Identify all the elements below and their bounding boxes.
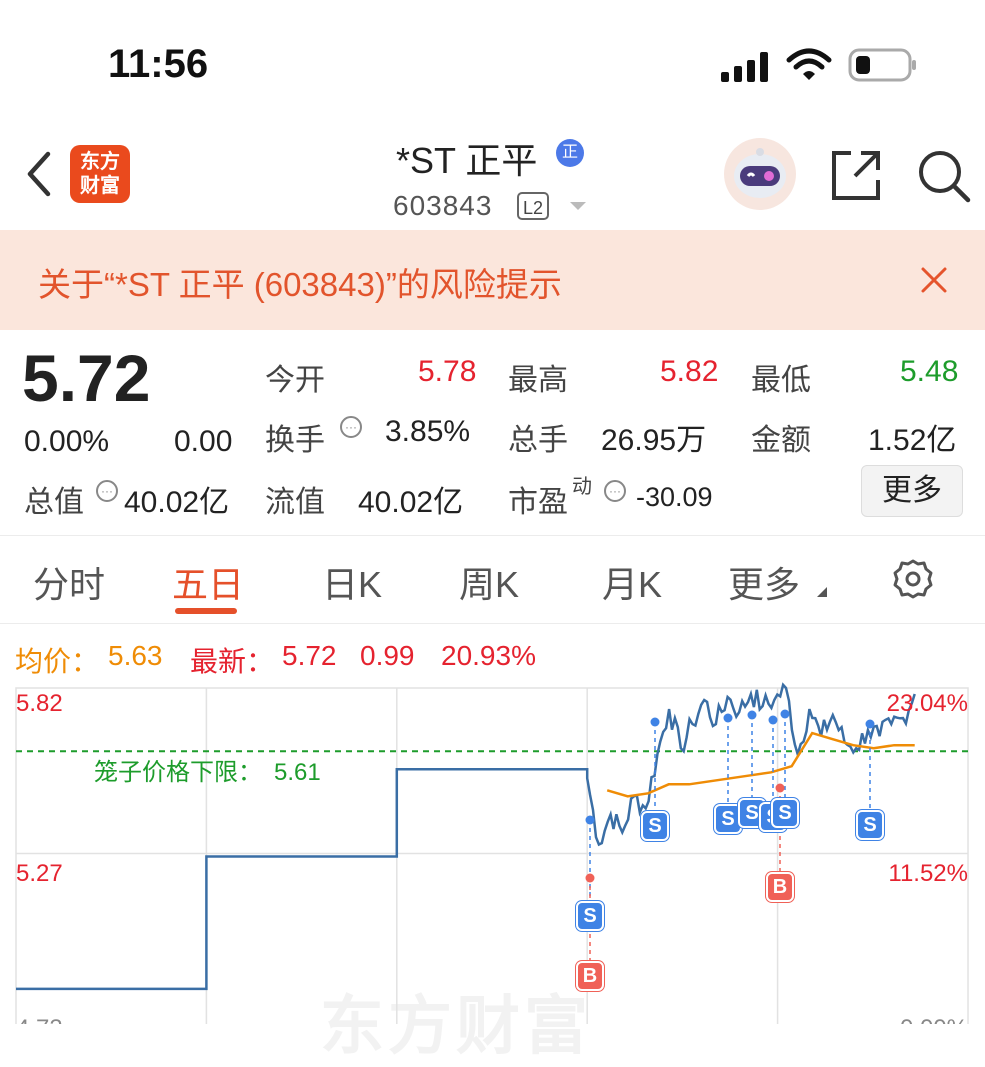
y-label-mid: 5.27 <box>16 860 63 887</box>
close-icon[interactable] <box>920 266 948 294</box>
stock-name: *ST 正平 <box>396 140 538 181</box>
settings-gear-icon[interactable] <box>892 558 934 600</box>
battery-icon <box>848 48 916 82</box>
chart-grid <box>15 687 969 1024</box>
back-icon[interactable] <box>24 150 54 198</box>
trade-marker-dot <box>585 815 595 825</box>
trade-marker-lines <box>585 709 875 961</box>
low-label: 最低 <box>751 364 811 397</box>
dropdown-caret-icon[interactable] <box>568 200 588 212</box>
change-amount: 0.00 <box>174 425 233 458</box>
float-value-label: 流值 <box>265 486 325 519</box>
tab-weekly-k[interactable]: 周K <box>459 556 519 608</box>
wifi-icon <box>786 48 832 80</box>
open-value: 5.78 <box>418 355 477 388</box>
avg-price-value: 5.63 <box>108 640 163 671</box>
pe-label: 市盈 <box>508 486 568 519</box>
share-icon[interactable] <box>829 148 883 202</box>
open-label: 今开 <box>265 364 325 397</box>
sell-marker[interactable]: S <box>641 811 669 841</box>
high-label: 最高 <box>508 364 568 397</box>
avg-price-line <box>606 731 915 798</box>
chart-frame <box>15 687 969 1024</box>
pct-label-mid: 11.52% <box>888 860 968 887</box>
tab-five-day[interactable]: 五日 <box>172 556 244 608</box>
more-quote-button[interactable]: 更多 <box>861 465 963 517</box>
pe-dynamic-sup: 动 <box>572 476 592 498</box>
buy-marker[interactable]: B <box>766 872 794 902</box>
signal-icon <box>721 52 771 82</box>
sell-marker[interactable]: S <box>856 810 884 840</box>
pe-value: -30.09 <box>636 482 713 512</box>
tab-more[interactable]: 更多 <box>728 556 800 608</box>
tab-daily-k[interactable]: 日K <box>322 556 382 608</box>
info-icon[interactable]: ··· <box>340 416 362 438</box>
logo-text-top: 东方 <box>80 151 120 173</box>
stock-code: 603843 <box>393 190 493 221</box>
search-icon[interactable] <box>916 148 972 204</box>
status-time: 11:56 <box>108 42 209 86</box>
current-price: 5.72 <box>22 341 151 415</box>
five-day-chart[interactable]: 5.82 5.27 4.73 23.04% 11.52% 0.00% 笼子价格下… <box>0 680 985 1024</box>
assistant-robot-icon[interactable] <box>722 136 798 212</box>
trade-marker-dot <box>650 717 660 727</box>
turnover-value: 3.85% <box>385 415 471 448</box>
trade-marker-dot <box>780 709 790 719</box>
sell-marker[interactable]: S <box>771 798 799 828</box>
latest-value: 5.72 <box>282 640 337 671</box>
y-label-top: 5.82 <box>16 690 63 717</box>
amount-value: 1.52亿 <box>868 424 957 457</box>
trade-marker-dot <box>585 873 595 883</box>
trade-marker-dot <box>768 715 778 725</box>
total-value-label: 总值 <box>24 486 84 519</box>
zheng-badge: 正 <box>556 139 584 167</box>
avg-price-label: 均价： <box>15 646 100 677</box>
latest-label: 最新： <box>190 646 275 677</box>
tab-more-caret-icon[interactable] <box>816 586 828 598</box>
volume-value: 26.95万 <box>601 424 707 457</box>
float-value: 40.02亿 <box>358 486 464 519</box>
amount-label: 金额 <box>751 424 811 457</box>
y-label-bottom: 4.73 <box>16 1015 63 1024</box>
trade-marker-dot <box>723 713 733 723</box>
pct-label-bottom: 0.00% <box>900 1015 968 1024</box>
divider <box>0 623 985 624</box>
change-value: 0.99 <box>360 640 415 671</box>
app-logo[interactable]: 东方 财富 <box>70 145 130 203</box>
trade-marker-dot <box>865 719 875 729</box>
high-value: 5.82 <box>660 355 719 388</box>
info-icon[interactable]: ··· <box>604 480 626 502</box>
total-value: 40.02亿 <box>124 486 230 519</box>
trade-marker-dot <box>775 783 785 793</box>
cage-limit-label: 笼子价格下限： <box>94 759 262 786</box>
logo-text-bottom: 财富 <box>80 175 120 197</box>
change-percent: 0.00% <box>24 425 110 458</box>
change-percent-value: 20.93% <box>441 640 536 671</box>
sell-marker[interactable]: S <box>576 901 604 931</box>
volume-label: 总手 <box>508 424 568 457</box>
pct-label-top: 23.04% <box>887 690 968 717</box>
level2-badge[interactable]: L2 <box>517 192 549 220</box>
low-value: 5.48 <box>900 355 959 388</box>
tab-monthly-k[interactable]: 月K <box>602 556 662 608</box>
info-icon[interactable]: ··· <box>96 480 118 502</box>
active-tab-indicator <box>175 608 237 614</box>
turnover-label: 换手 <box>265 424 325 457</box>
risk-banner-text[interactable]: 关于“*ST 正平 (603843)”的风险提示 <box>38 258 562 306</box>
buy-marker[interactable]: B <box>576 961 604 991</box>
cage-limit-value: 5.61 <box>274 759 321 786</box>
trade-marker-dot <box>747 710 757 720</box>
divider <box>0 535 985 536</box>
tab-intraday[interactable]: 分时 <box>33 556 105 608</box>
